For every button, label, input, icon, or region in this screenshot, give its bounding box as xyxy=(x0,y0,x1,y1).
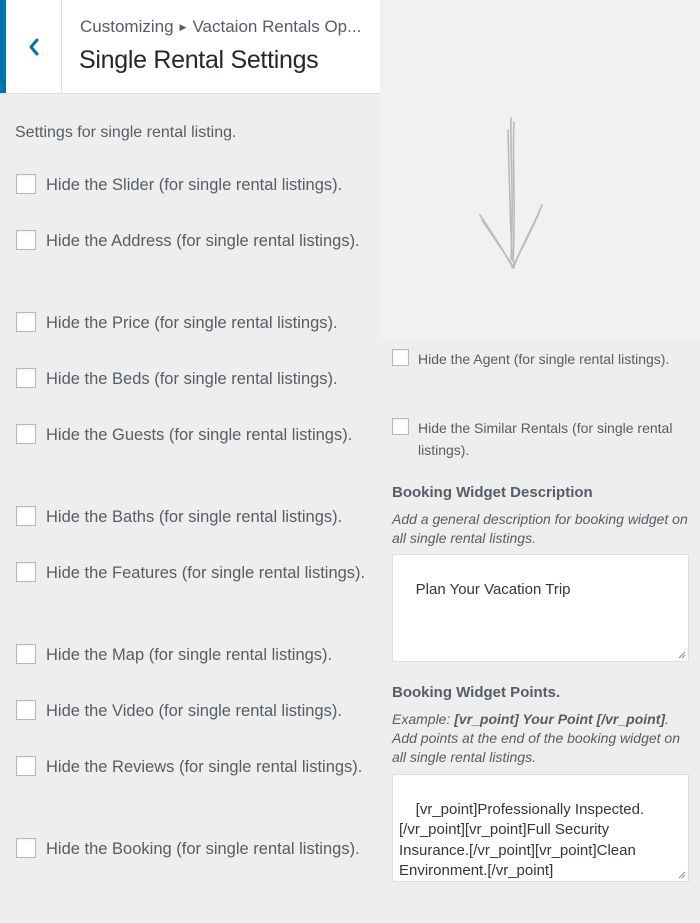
option-hide-baths[interactable]: Hide the Baths (for single rental listin… xyxy=(16,504,376,530)
option-label: Hide the Agent (for single rental listin… xyxy=(418,351,670,367)
option-label: Hide the Beds (for single rental listing… xyxy=(46,370,338,388)
option-label: Hide the Map (for single rental listings… xyxy=(46,646,333,664)
hand-drawn-arrow-down-icon xyxy=(479,117,543,269)
option-hide-features[interactable]: Hide the Features (for single rental lis… xyxy=(16,560,376,586)
option-hide-slider[interactable]: Hide the Slider (for single rental listi… xyxy=(16,172,376,198)
option-label: Hide the Reviews (for single rental list… xyxy=(46,758,363,776)
option-label: Hide the Similar Rentals (for single ren… xyxy=(418,420,673,458)
option-hide-guests[interactable]: Hide the Guests (for single rental listi… xyxy=(16,422,376,448)
checkbox[interactable] xyxy=(16,230,36,250)
section-description: Settings for single rental listing. xyxy=(15,124,237,141)
checkbox[interactable] xyxy=(16,174,36,194)
help-prefix: Example: xyxy=(392,711,455,727)
option-label: Hide the Slider (for single rental listi… xyxy=(46,176,343,194)
customizer-panel: Customizing ▶ Vactaion Rentals Op... Singl… xyxy=(0,0,380,900)
checkbox[interactable] xyxy=(16,424,36,444)
option-hide-reviews[interactable]: Hide the Reviews (for single rental list… xyxy=(16,754,376,780)
page-title: Single Rental Settings xyxy=(79,46,319,74)
checkbox[interactable] xyxy=(16,756,36,776)
option-hide-address[interactable]: Hide the Address (for single rental list… xyxy=(16,228,376,254)
booking-description-textarea[interactable]: Plan Your Vacation Trip xyxy=(392,554,689,662)
option-label: Hide the Address (for single rental list… xyxy=(46,232,360,250)
checkbox[interactable] xyxy=(16,644,36,664)
option-hide-map[interactable]: Hide the Map (for single rental listings… xyxy=(16,642,376,668)
option-label: Hide the Features (for single rental lis… xyxy=(46,564,366,582)
booking-description-title: Booking Widget Description xyxy=(392,484,593,501)
checkbox[interactable] xyxy=(16,368,36,388)
checkbox[interactable] xyxy=(16,838,36,858)
checkbox[interactable] xyxy=(392,349,409,366)
option-hide-beds[interactable]: Hide the Beds (for single rental listing… xyxy=(16,366,376,392)
option-label: Hide the Video (for single rental listin… xyxy=(46,702,342,720)
booking-points-title: Booking Widget Points. xyxy=(392,684,561,701)
option-label: Hide the Price (for single rental listin… xyxy=(46,314,338,332)
option-hide-video[interactable]: Hide the Video (for single rental listin… xyxy=(16,698,376,724)
option-hide-similar-rentals[interactable]: Hide the Similar Rentals (for single ren… xyxy=(392,417,697,461)
booking-points-textarea[interactable]: [vr_point]Professionally Inspected. [/vr… xyxy=(392,774,689,882)
option-hide-agent[interactable]: Hide the Agent (for single rental listin… xyxy=(392,348,697,370)
breadcrumb-root: Customizing xyxy=(80,17,174,36)
booking-description-help: Add a general description for booking wi… xyxy=(392,511,688,546)
checkbox[interactable] xyxy=(16,562,36,582)
checkbox[interactable] xyxy=(16,312,36,332)
breadcrumb: Customizing ▶ Vactaion Rentals Op... xyxy=(80,17,361,37)
textarea-value: [vr_point]Professionally Inspected. [/vr… xyxy=(399,800,645,880)
triangle-right-icon: ▶ xyxy=(179,22,187,32)
resize-grip-icon[interactable] xyxy=(678,871,686,879)
resize-grip-icon[interactable] xyxy=(678,651,686,659)
option-label: Hide the Booking (for single rental list… xyxy=(46,840,360,858)
booking-points-help: Example: [vr_point] Your Point [/vr_poin… xyxy=(392,710,692,767)
checkbox[interactable] xyxy=(392,418,409,435)
customizer-panel-continued: Hide the Agent (for single rental listin… xyxy=(380,340,700,900)
option-hide-price[interactable]: Hide the Price (for single rental listin… xyxy=(16,310,376,336)
back-button[interactable] xyxy=(0,0,62,93)
breadcrumb-section: Vactaion Rentals Op... xyxy=(192,17,362,36)
checkbox[interactable] xyxy=(16,700,36,720)
help-example: [vr_point] Your Point [/vr_point] xyxy=(454,711,666,727)
option-label: Hide the Guests (for single rental listi… xyxy=(46,426,353,444)
chevron-left-icon xyxy=(29,38,38,55)
panel-header: Customizing ▶ Vactaion Rentals Op... Singl… xyxy=(0,0,380,94)
textarea-value: Plan Your Vacation Trip xyxy=(415,580,571,598)
option-label: Hide the Baths (for single rental listin… xyxy=(46,508,343,526)
preview-area xyxy=(380,0,700,340)
checkbox[interactable] xyxy=(16,506,36,526)
option-hide-booking[interactable]: Hide the Booking (for single rental list… xyxy=(16,836,376,862)
